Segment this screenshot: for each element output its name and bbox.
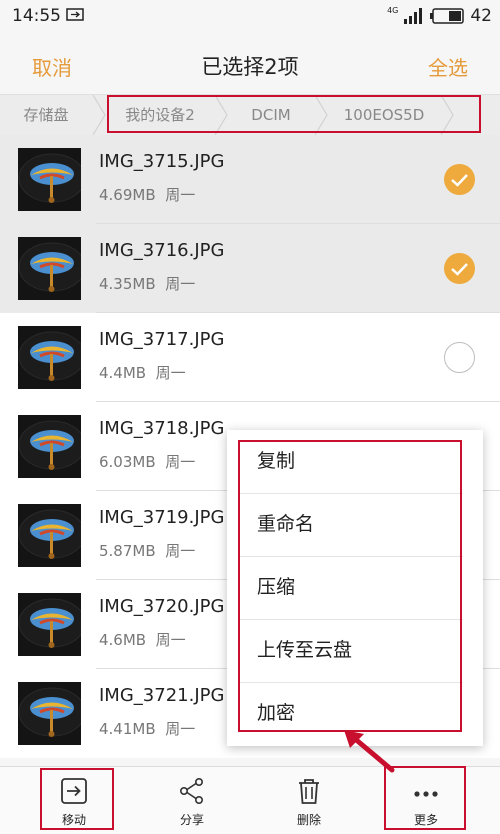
chevron-right-icon (314, 95, 328, 135)
share-button[interactable]: 分享 (152, 767, 232, 834)
file-meta: 4.35MB 周一 (99, 275, 196, 293)
selection-checkbox[interactable] (444, 253, 475, 284)
chevron-right-icon (440, 95, 454, 135)
menu-item-compress[interactable]: 压缩 (257, 556, 457, 619)
status-bar: 14:55 4G 42 (0, 0, 500, 32)
delete-button[interactable]: 删除 (269, 767, 349, 834)
file-name: IMG_3716.JPG (99, 240, 225, 261)
menu-item-rename[interactable]: 重命名 (257, 493, 457, 556)
battery-level: 42 (470, 6, 492, 26)
file-name: IMG_3720.JPG (99, 596, 225, 617)
breadcrumb-item-folder[interactable]: 100EOS5D (328, 95, 440, 135)
breadcrumb-item-dcim[interactable]: DCIM (228, 95, 314, 135)
photo-thumbnail (18, 237, 81, 300)
file-name: IMG_3721.JPG (99, 685, 225, 706)
file-name: IMG_3718.JPG (99, 418, 225, 439)
share-icon (179, 777, 203, 804)
file-meta: 6.03MB 周一 (99, 453, 196, 471)
photo-thumbnail (18, 148, 81, 211)
list-item[interactable]: IMG_3716.JPG 4.35MB 周一 (0, 224, 500, 313)
photo-thumbnail (18, 504, 81, 567)
list-item[interactable]: IMG_3717.JPG 4.4MB 周一 (0, 313, 500, 402)
bottom-toolbar: 移动 分享 删除 更多 (0, 766, 500, 834)
breadcrumb-item-storage[interactable]: 存储盘 (0, 95, 92, 135)
signal-icon (404, 8, 423, 24)
move-label: 移动 (61, 813, 86, 827)
chevron-right-icon (92, 95, 106, 135)
photo-image (18, 504, 81, 567)
menu-item-upload-cloud[interactable]: 上传至云盘 (257, 619, 457, 682)
more-label: 更多 (413, 813, 438, 827)
context-menu: 复制 重命名 压缩 上传至云盘 加密 (227, 430, 483, 746)
page-title: 已选择2项 (201, 55, 299, 79)
more-button[interactable]: 更多 (386, 767, 466, 834)
photo-image (18, 237, 81, 300)
file-meta: 4.69MB 周一 (99, 186, 196, 204)
file-meta: 4.6MB 周一 (99, 631, 186, 649)
menu-item-encrypt[interactable]: 加密 (257, 682, 457, 745)
more-icon (414, 791, 438, 797)
delete-label: 删除 (296, 813, 321, 827)
photo-thumbnail (18, 326, 81, 389)
photo-image (18, 326, 81, 389)
file-name: IMG_3717.JPG (99, 329, 225, 350)
file-meta: 4.4MB 周一 (99, 364, 186, 382)
file-meta: 4.41MB 周一 (99, 720, 196, 738)
breadcrumb: 存储盘 我的设备2 DCIM 100EOS5D (0, 94, 500, 136)
selection-checkbox[interactable] (444, 342, 475, 373)
move-button[interactable]: 移动 (34, 767, 114, 834)
photo-thumbnail (18, 682, 81, 745)
file-name: IMG_3719.JPG (99, 507, 225, 528)
photo-thumbnail (18, 415, 81, 478)
list-item[interactable]: IMG_3715.JPG 4.69MB 周一 (0, 135, 500, 224)
photo-image (18, 148, 81, 211)
check-icon (451, 263, 468, 276)
network-type: 4G (387, 5, 399, 15)
menu-item-copy[interactable]: 复制 (257, 430, 457, 493)
move-icon (61, 778, 87, 804)
file-meta: 5.87MB 周一 (99, 542, 196, 560)
usb-icon (66, 8, 84, 21)
select-all-button[interactable]: 全选 (428, 52, 468, 81)
breadcrumb-item-device[interactable]: 我的设备2 (106, 95, 214, 135)
photo-thumbnail (18, 593, 81, 656)
trash-icon (299, 779, 319, 804)
selection-header: 取消 已选择2项 全选 (0, 32, 500, 94)
photo-image (18, 415, 81, 478)
status-time: 14:55 (12, 6, 61, 26)
chevron-right-icon (214, 95, 228, 135)
photo-image (18, 682, 81, 745)
selection-checkbox[interactable] (444, 164, 475, 195)
check-icon (451, 174, 468, 187)
share-label: 分享 (179, 813, 204, 827)
battery-icon (430, 8, 465, 24)
photo-image (18, 593, 81, 656)
file-name: IMG_3715.JPG (99, 151, 225, 172)
